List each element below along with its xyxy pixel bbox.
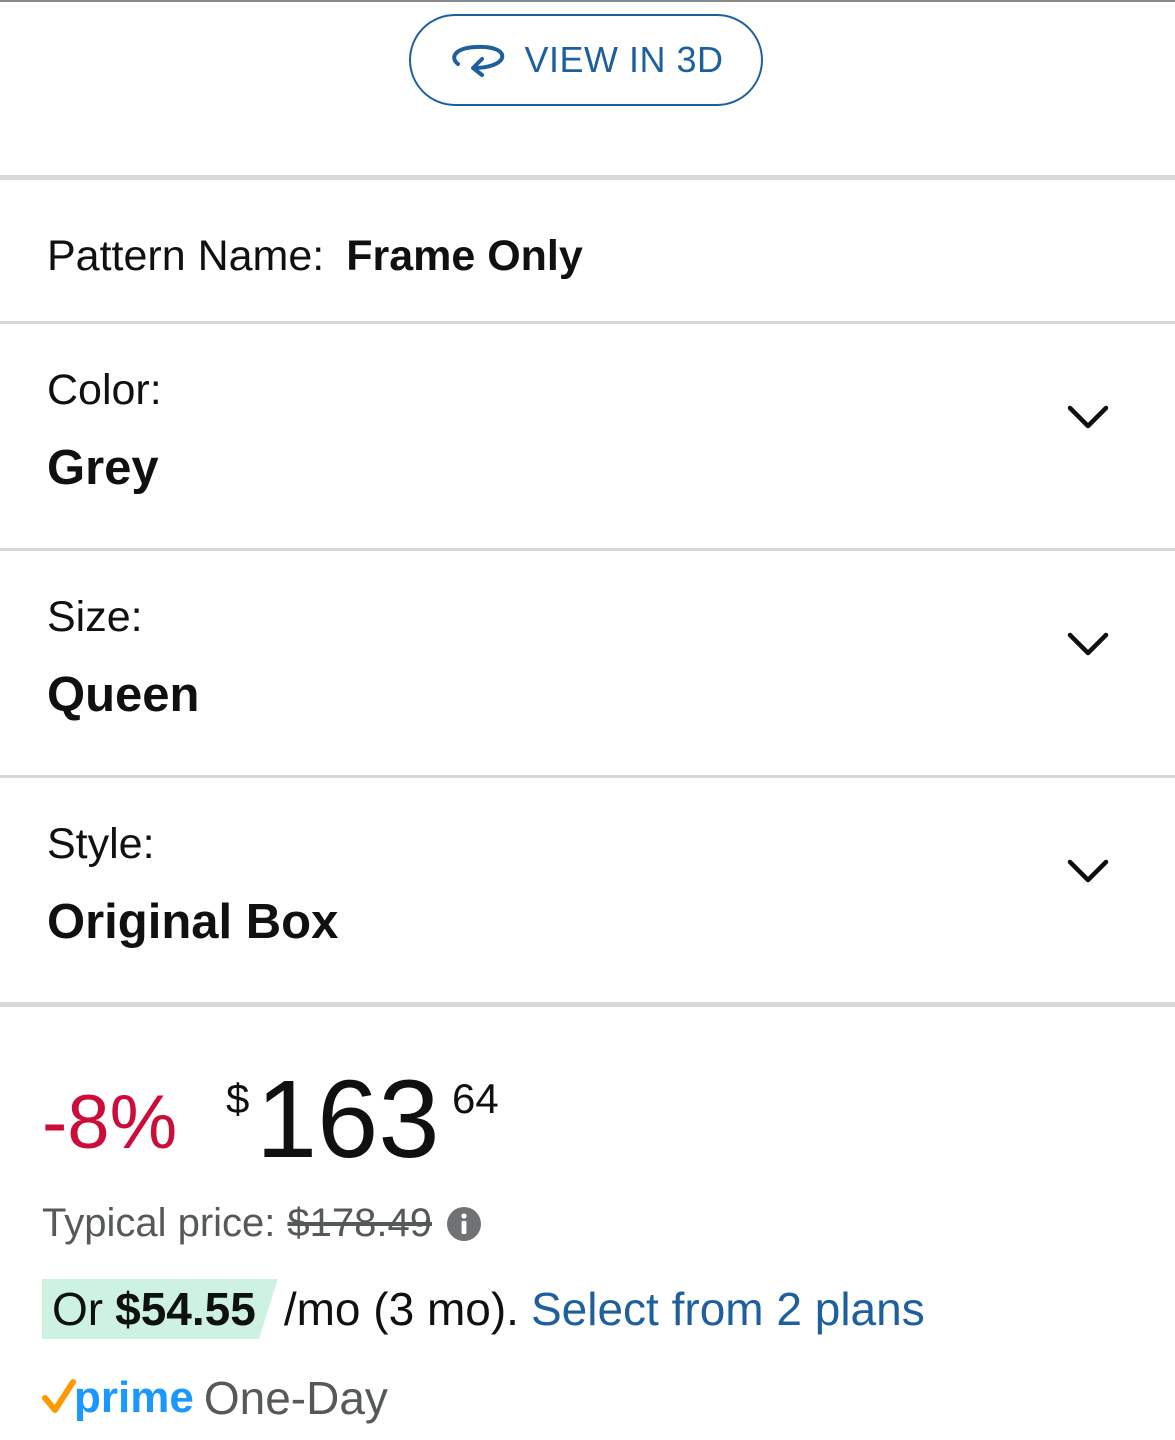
prime-wordmark: prime bbox=[74, 1373, 194, 1422]
color-selector[interactable]: Color: Grey bbox=[0, 324, 1175, 548]
price-currency: $ bbox=[226, 1075, 250, 1122]
style-value: Original Box bbox=[47, 895, 339, 949]
select-plans-link[interactable]: Select from 2 plans bbox=[531, 1282, 925, 1336]
discount-percentage: -8% bbox=[42, 1080, 178, 1165]
info-icon[interactable] bbox=[446, 1206, 482, 1242]
size-label: Size: bbox=[47, 593, 143, 641]
pattern-name-value: Frame Only bbox=[346, 232, 583, 280]
price-fraction: 64 bbox=[452, 1075, 499, 1122]
prime-check-icon bbox=[42, 1379, 76, 1413]
section-divider bbox=[0, 175, 1175, 180]
view-in-3d-label: VIEW IN 3D bbox=[524, 39, 724, 80]
rotate-3d-icon bbox=[452, 44, 505, 77]
installment-terms: /mo (3 mo). bbox=[283, 1283, 519, 1335]
prime-delivery-row: prime One-Day bbox=[42, 1371, 388, 1425]
style-label: Style: bbox=[47, 820, 155, 868]
section-divider bbox=[0, 1002, 1175, 1007]
view-in-3d-button[interactable]: VIEW IN 3D bbox=[409, 14, 763, 106]
prime-logo: prime bbox=[42, 1373, 194, 1423]
chevron-down-icon bbox=[1067, 405, 1109, 429]
installment-row: Or $54.55 /mo (3 mo). Select from 2 plan… bbox=[42, 1279, 925, 1339]
view-3d-section: VIEW IN 3D bbox=[0, 0, 1175, 176]
pattern-name-label: Pattern Name: bbox=[47, 232, 325, 280]
color-label: Color: bbox=[47, 366, 162, 414]
installment-prefix: Or bbox=[52, 1283, 104, 1335]
size-selector[interactable]: Size: Queen bbox=[0, 551, 1175, 775]
style-selector[interactable]: Style: Original Box bbox=[0, 778, 1175, 1002]
chevron-down-icon bbox=[1067, 859, 1109, 883]
size-value: Queen bbox=[47, 668, 200, 722]
pattern-name-row: Pattern Name: Frame Only bbox=[47, 232, 583, 281]
color-value: Grey bbox=[47, 441, 159, 495]
typical-price-value: $178.49 bbox=[287, 1201, 433, 1245]
typical-price-row: Typical price: $178.49 bbox=[42, 1201, 482, 1246]
prime-delivery-speed: One-Day bbox=[203, 1372, 388, 1424]
installment-badge: Or $54.55 bbox=[42, 1279, 278, 1339]
price-whole: 163 bbox=[256, 1058, 440, 1181]
installment-amount: $54.55 bbox=[115, 1283, 256, 1335]
typical-price-label: Typical price: bbox=[42, 1201, 276, 1245]
chevron-down-icon bbox=[1067, 632, 1109, 656]
